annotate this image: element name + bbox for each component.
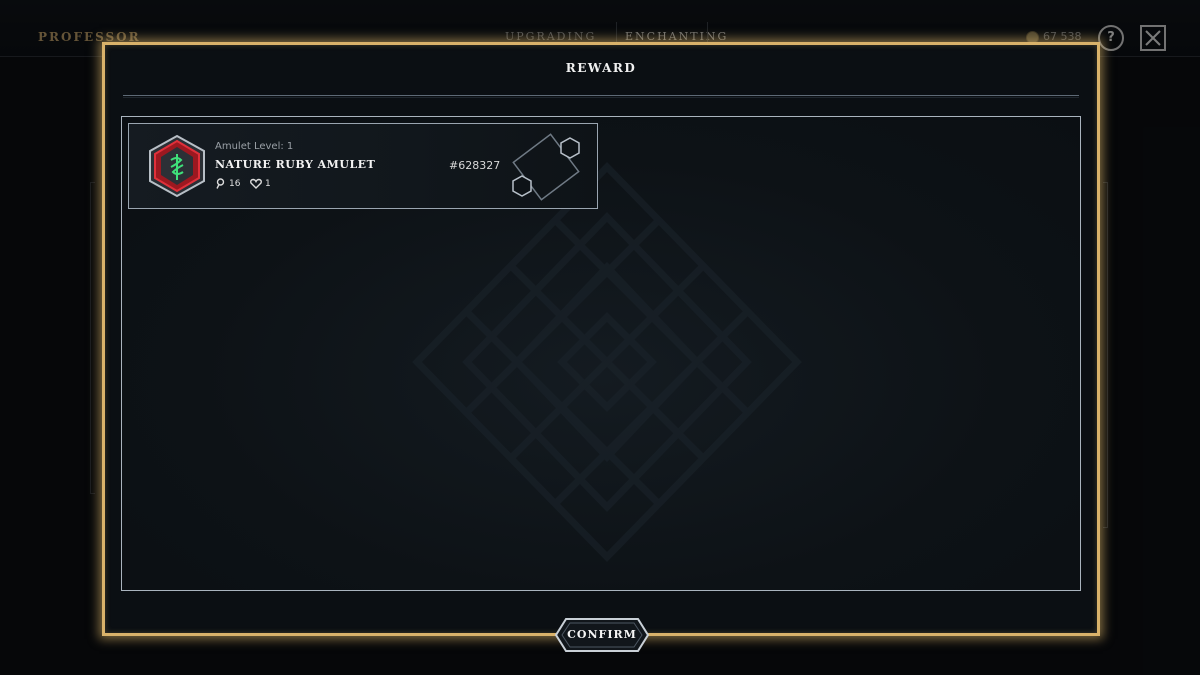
item-id: #628327 [449,159,501,172]
power-value: 16 [229,178,241,189]
power-icon [216,178,225,189]
reward-modal: REWARD Amulet Level: 1 NATURE RUBY AMULE… [102,42,1100,652]
confirm-label: CONFIRM [567,628,637,641]
item-name: NATURE RUBY AMULET [215,158,376,171]
nature-ruby-amulet-icon [149,134,205,198]
celtic-knot-background [412,161,802,563]
modal-title: REWARD [565,61,637,75]
slot-frame-icon [512,133,580,201]
reward-item-card[interactable]: Amulet Level: 1 NATURE RUBY AMULET 16 1 … [128,123,598,209]
heart-icon [250,178,262,189]
confirm-button[interactable]: CONFIRM [554,617,650,653]
life-value: 1 [265,178,271,189]
reward-list-panel: Amulet Level: 1 NATURE RUBY AMULET 16 1 … [121,116,1081,591]
title-divider [123,95,1079,96]
power-stat: 16 [215,178,240,189]
life-stat: 1 [250,178,271,189]
amulet-level-label: Amulet Level: 1 [215,141,294,152]
title-divider-shadow [123,97,1079,98]
